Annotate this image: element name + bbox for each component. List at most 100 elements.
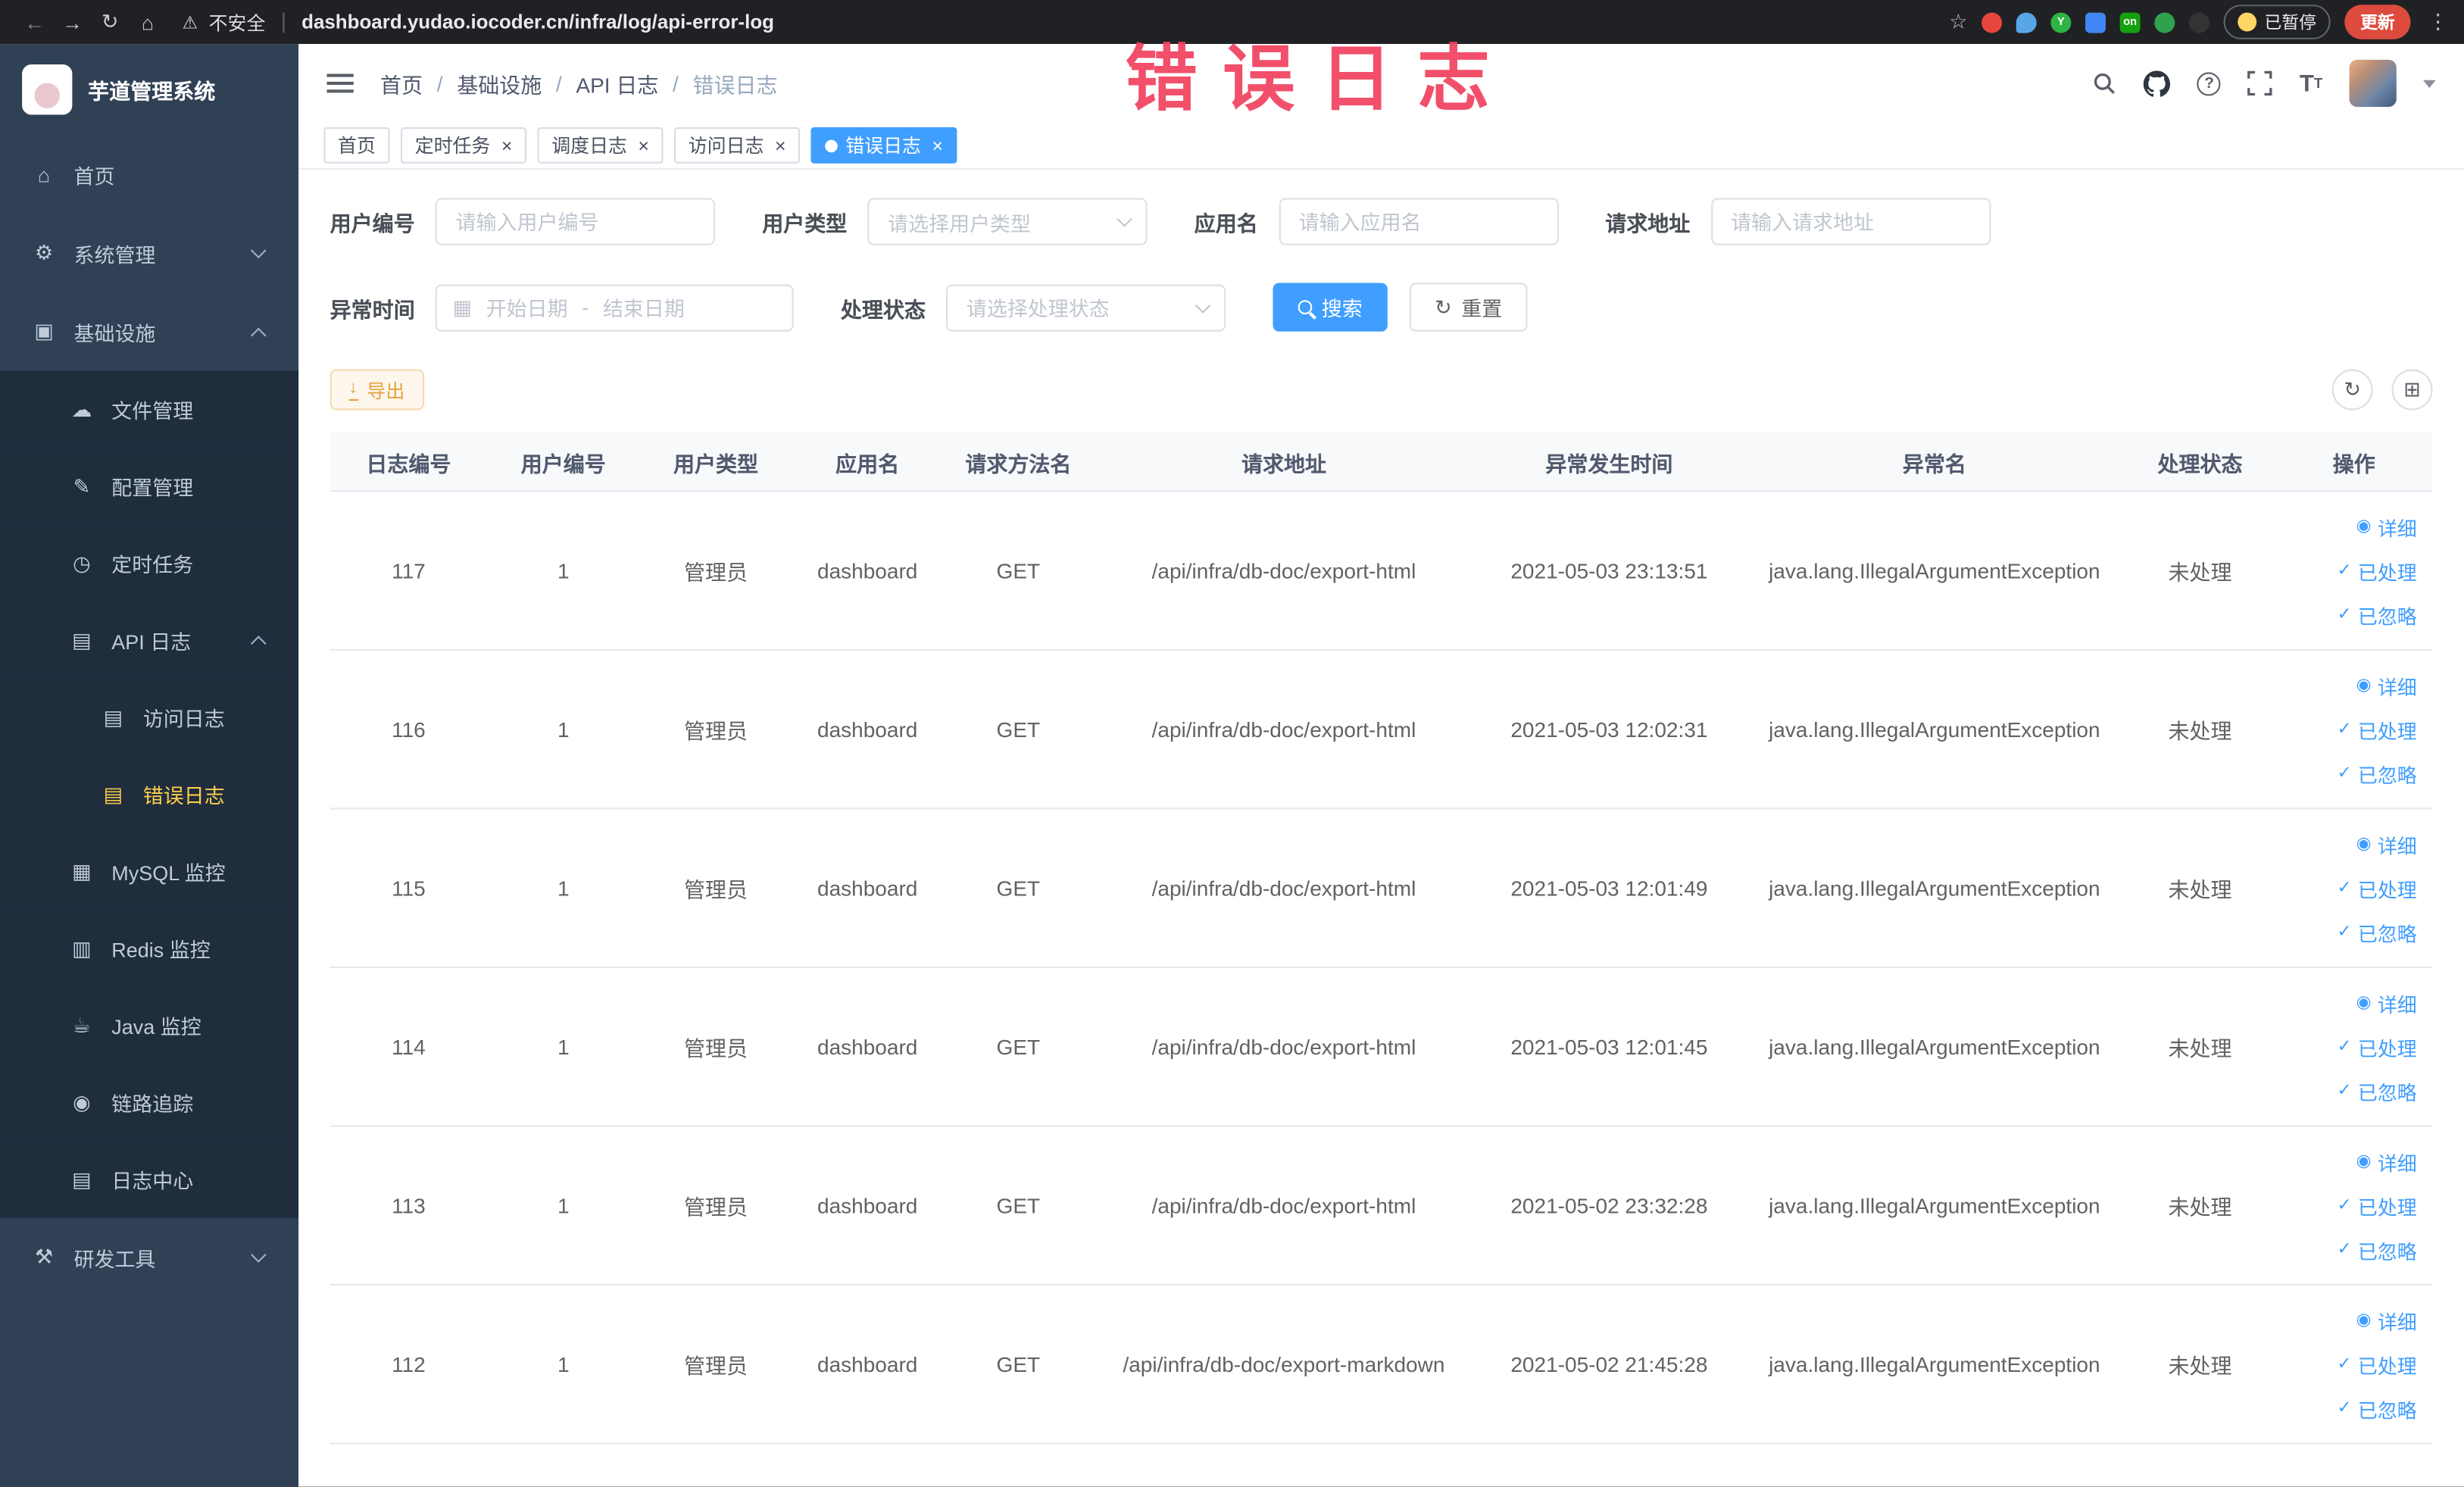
action-label: 详细	[2377, 1152, 2417, 1175]
sidebar-item-3[interactable]: ▣ 基础设施	[0, 292, 299, 371]
mark-ignored-link[interactable]: ✓ 已忽略	[2338, 1235, 2417, 1264]
tab-3[interactable]: 调度日志 ×	[537, 127, 664, 164]
extension-on-badge-icon[interactable]: on	[2119, 11, 2141, 33]
chevron-down-icon	[251, 242, 267, 258]
mark-ignored-link[interactable]: ✓ 已忽略	[2338, 1393, 2417, 1423]
detail-link[interactable]: ◉ 详细	[2356, 988, 2417, 1017]
mark-processed-link[interactable]: ✓ 已处理	[2338, 714, 2417, 744]
sidebar-item-1[interactable]: ⌂ 首页	[0, 135, 299, 214]
bookmark-star-icon[interactable]: ☆	[1949, 9, 1967, 34]
export-button[interactable]: ↓ 导出	[329, 369, 424, 411]
tab-2[interactable]: 定时任务 ×	[401, 127, 527, 164]
app-name-input[interactable]	[1278, 198, 1558, 245]
user-id-input[interactable]	[435, 198, 715, 245]
app-title: 芋道管理系统	[88, 80, 216, 104]
mark-ignored-link[interactable]: ✓ 已忽略	[2338, 1076, 2417, 1105]
reset-button[interactable]: ↻ 重置	[1409, 283, 1528, 332]
action-label: 已忽略	[2357, 1399, 2417, 1422]
mark-processed-link[interactable]: ✓ 已处理	[2338, 555, 2417, 585]
browser-menu-icon[interactable]: ⋮	[2428, 9, 2448, 34]
extension-blue-grid-icon[interactable]	[2085, 11, 2106, 33]
chevron-down-icon	[251, 1246, 267, 1262]
close-icon[interactable]: ×	[501, 136, 513, 155]
mark-ignored-link[interactable]: ✓ 已忽略	[2338, 599, 2417, 629]
extension-red-circle-icon[interactable]	[1982, 11, 2003, 33]
cell-exception: java.lang.IllegalArgumentException	[1769, 717, 2100, 742]
reload-button[interactable]: ↻	[91, 9, 129, 34]
mark-processed-link[interactable]: ✓ 已处理	[2338, 873, 2417, 902]
paused-badge[interactable]: 已暂停	[2223, 5, 2331, 39]
sidebar-item-5[interactable]: ✎ 配置管理	[0, 448, 299, 525]
close-icon[interactable]: ×	[638, 136, 649, 155]
detail-link[interactable]: ◉ 详细	[2356, 1305, 2417, 1335]
mark-ignored-link[interactable]: ✓ 已忽略	[2338, 917, 2417, 947]
back-button[interactable]: ←	[16, 10, 54, 33]
sidebar-item-7[interactable]: ▤ API 日志	[0, 601, 299, 679]
tab-5[interactable]: 错误日志 ×	[810, 127, 957, 164]
sidebar-item-label: 系统管理	[73, 242, 156, 267]
sidebar-item-2[interactable]: ⚙ 系统管理	[0, 214, 299, 292]
sidebar-item-15[interactable]: ⚒ 研发工具	[0, 1217, 299, 1297]
detail-link[interactable]: ◉ 详细	[2356, 1146, 2417, 1176]
extension-green-leaf-icon[interactable]	[2154, 11, 2175, 33]
breadcrumb-item[interactable]: 基础设施	[457, 67, 542, 98]
process-status-select[interactable]: 请选择处理状态	[945, 283, 1226, 331]
font-size-icon[interactable]: TT	[2300, 71, 2322, 95]
sidebar-item-9[interactable]: ▤ 错误日志	[0, 755, 299, 833]
sidebar-item-8[interactable]: ▤ 访问日志	[0, 679, 299, 756]
screen: ← → ↻ ⌂ ⚠ 不安全 dashboard.yudao.iocoder.cn…	[0, 0, 2464, 1487]
tab-1[interactable]: 首页	[323, 127, 390, 164]
user-avatar[interactable]	[2349, 59, 2397, 108]
close-icon[interactable]: ×	[932, 136, 944, 155]
column-header: 用户编号	[520, 451, 606, 476]
sidebar-item-12[interactable]: ☕ Java 监控	[0, 986, 299, 1064]
search-icon[interactable]	[2092, 70, 2117, 95]
home-button[interactable]: ⌂	[129, 10, 167, 33]
detail-link[interactable]: ◉ 详细	[2356, 829, 2417, 858]
update-button[interactable]: 更新	[2344, 5, 2411, 39]
app-logo[interactable]: 芋道管理系统	[0, 44, 298, 135]
mark-processed-link[interactable]: ✓ 已处理	[2338, 1032, 2417, 1061]
tab-4[interactable]: 访问日志 ×	[674, 127, 801, 164]
help-icon[interactable]: ?	[2197, 71, 2222, 95]
column-settings-button[interactable]: ⊞	[2391, 369, 2433, 411]
extension-blue-drop-icon[interactable]	[2016, 11, 2037, 33]
sidebar-item-14[interactable]: ▤ 日志中心	[0, 1141, 299, 1218]
breadcrumb-item[interactable]: API 日志	[576, 67, 658, 98]
detail-link[interactable]: ◉ 详细	[2356, 670, 2417, 700]
address-bar[interactable]: ⚠ 不安全 dashboard.yudao.iocoder.cn/infra/l…	[183, 8, 1931, 35]
sidebar-menu: ⌂ 首页 ⚙ 系统管理 ▣ 基础设施 ☁ 文件管理 ✎ 配置管理 ◷ 定时任务 ▤ API 日志 ▤ 访问日志…	[0, 135, 299, 1297]
cell-user_type: 管理员	[683, 1354, 748, 1379]
breadcrumb-item[interactable]: 首页	[380, 67, 423, 98]
mark-ignored-link[interactable]: ✓ 已忽略	[2338, 758, 2417, 788]
request-url-input[interactable]	[1710, 198, 1991, 245]
extension-dark-paw-icon[interactable]	[2188, 11, 2209, 33]
sidebar-item-11[interactable]: ▥ Redis 监控	[0, 910, 299, 987]
mark-processed-link[interactable]: ✓ 已处理	[2338, 1191, 2417, 1220]
sidebar-item-13[interactable]: ◉ 链路追踪	[0, 1064, 299, 1142]
detail-link[interactable]: ◉ 详细	[2356, 511, 2417, 541]
url-text[interactable]: dashboard.yudao.iocoder.cn/infra/log/api…	[301, 11, 774, 33]
refresh-button[interactable]: ↻	[2331, 369, 2373, 411]
date-range-picker[interactable]: ▦ 开始日期 - 结束日期	[435, 283, 794, 331]
extension-green-circle-icon[interactable]: Y	[2050, 11, 2072, 33]
tab-label: 访问日志	[688, 135, 764, 158]
cell-url: /api/infra/db-doc/export-html	[1151, 1035, 1416, 1059]
close-icon[interactable]: ×	[775, 136, 786, 155]
search-button[interactable]: 搜索	[1273, 283, 1388, 332]
action-label: 已处理	[2357, 1196, 2417, 1219]
mark-processed-link[interactable]: ✓ 已处理	[2338, 1349, 2417, 1379]
process-status-filter: 处理状态 请选择处理状态	[841, 283, 1226, 331]
github-icon[interactable]	[2144, 70, 2171, 96]
sidebar-item-4[interactable]: ☁ 文件管理	[0, 370, 299, 448]
forward-button[interactable]: →	[54, 10, 92, 33]
security-label[interactable]: 不安全	[209, 8, 266, 35]
sidebar-item-6[interactable]: ◷ 定时任务	[0, 524, 299, 602]
fullscreen-icon[interactable]	[2247, 70, 2273, 96]
eye-icon: ◉	[2356, 516, 2372, 536]
chevron-down-icon[interactable]	[2423, 79, 2436, 88]
hamburger-icon[interactable]	[326, 72, 355, 94]
sidebar-item-10[interactable]: ▦ MySQL 监控	[0, 833, 299, 911]
user-type-select[interactable]: 请选择用户类型	[867, 198, 1148, 245]
cell-actions: ◉ 详细 ✓ 已处理 ✓ 已忽略	[2275, 1305, 2432, 1423]
